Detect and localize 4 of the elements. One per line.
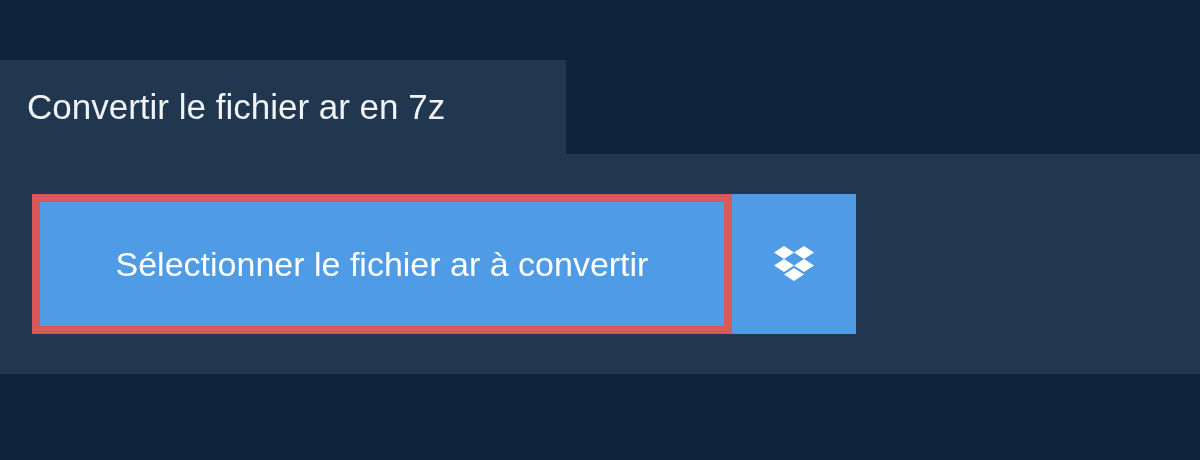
dropbox-button[interactable] bbox=[732, 194, 856, 334]
open-box-icon bbox=[773, 245, 815, 283]
tab-title: Convertir le fichier ar en 7z bbox=[0, 60, 566, 154]
select-file-button[interactable]: Sélectionner le fichier ar à convertir bbox=[32, 194, 732, 334]
